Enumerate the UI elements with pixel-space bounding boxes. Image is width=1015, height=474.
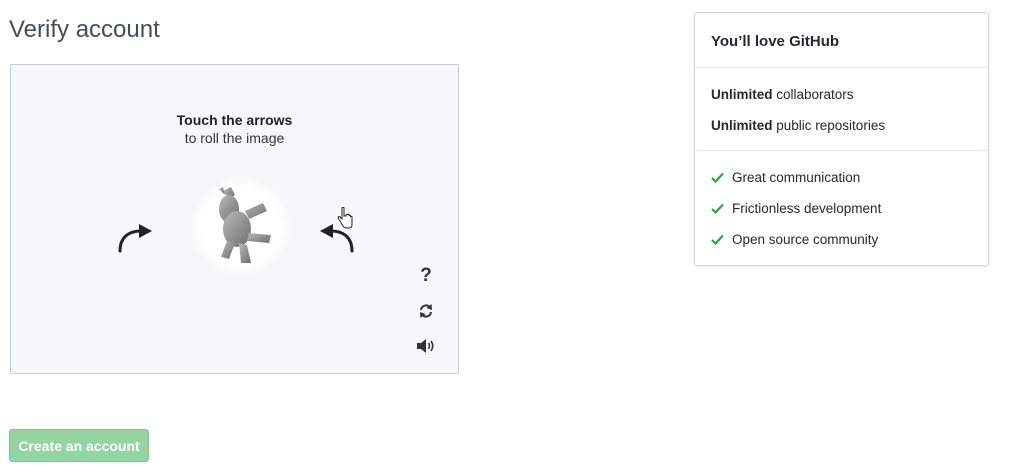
check-icon xyxy=(711,172,724,183)
help-button[interactable]: ? xyxy=(411,263,441,289)
checklist-item-label: Open source community xyxy=(732,232,879,247)
feature-collaborators: Unlimited collaborators xyxy=(711,87,854,102)
feature-text: public repositories xyxy=(772,118,886,133)
rotate-left-arrow-icon xyxy=(118,224,152,253)
reload-icon xyxy=(420,304,432,318)
checklist-item: Frictionless development xyxy=(711,201,881,216)
rotated-animal-image xyxy=(219,187,271,263)
promo-title: You’ll love GitHub xyxy=(711,33,840,50)
create-account-button[interactable]: Create an account xyxy=(9,429,149,462)
checklist-item-label: Frictionless development xyxy=(732,201,882,216)
promo-card: You’ll love GitHub Unlimited collaborato… xyxy=(694,12,989,266)
feature-text: collaborators xyxy=(772,87,854,102)
reload-button[interactable] xyxy=(411,298,441,324)
checklist-item: Great communication xyxy=(711,170,860,185)
page-title: Verify account xyxy=(9,16,160,43)
speaker-icon xyxy=(417,339,434,353)
feature-bold: Unlimited xyxy=(711,87,773,102)
rotate-left-button[interactable] xyxy=(111,215,155,259)
feature-repositories: Unlimited public repositories xyxy=(711,118,885,133)
checklist-item: Open source community xyxy=(711,232,878,247)
promo-divider xyxy=(695,150,988,151)
audio-button[interactable] xyxy=(411,333,441,359)
captcha-image xyxy=(191,177,291,277)
hand-pointer-icon xyxy=(337,206,353,234)
promo-divider xyxy=(695,67,988,68)
captcha-instruction-subtext: to roll the image xyxy=(184,130,285,146)
checklist-item-label: Great communication xyxy=(732,170,861,185)
check-icon xyxy=(711,234,724,245)
captcha-panel: Touch the arrows to roll the image ? xyxy=(10,64,459,374)
feature-bold: Unlimited xyxy=(711,118,773,133)
check-icon xyxy=(711,203,724,214)
captcha-instruction-heading: Touch the arrows xyxy=(176,112,293,128)
